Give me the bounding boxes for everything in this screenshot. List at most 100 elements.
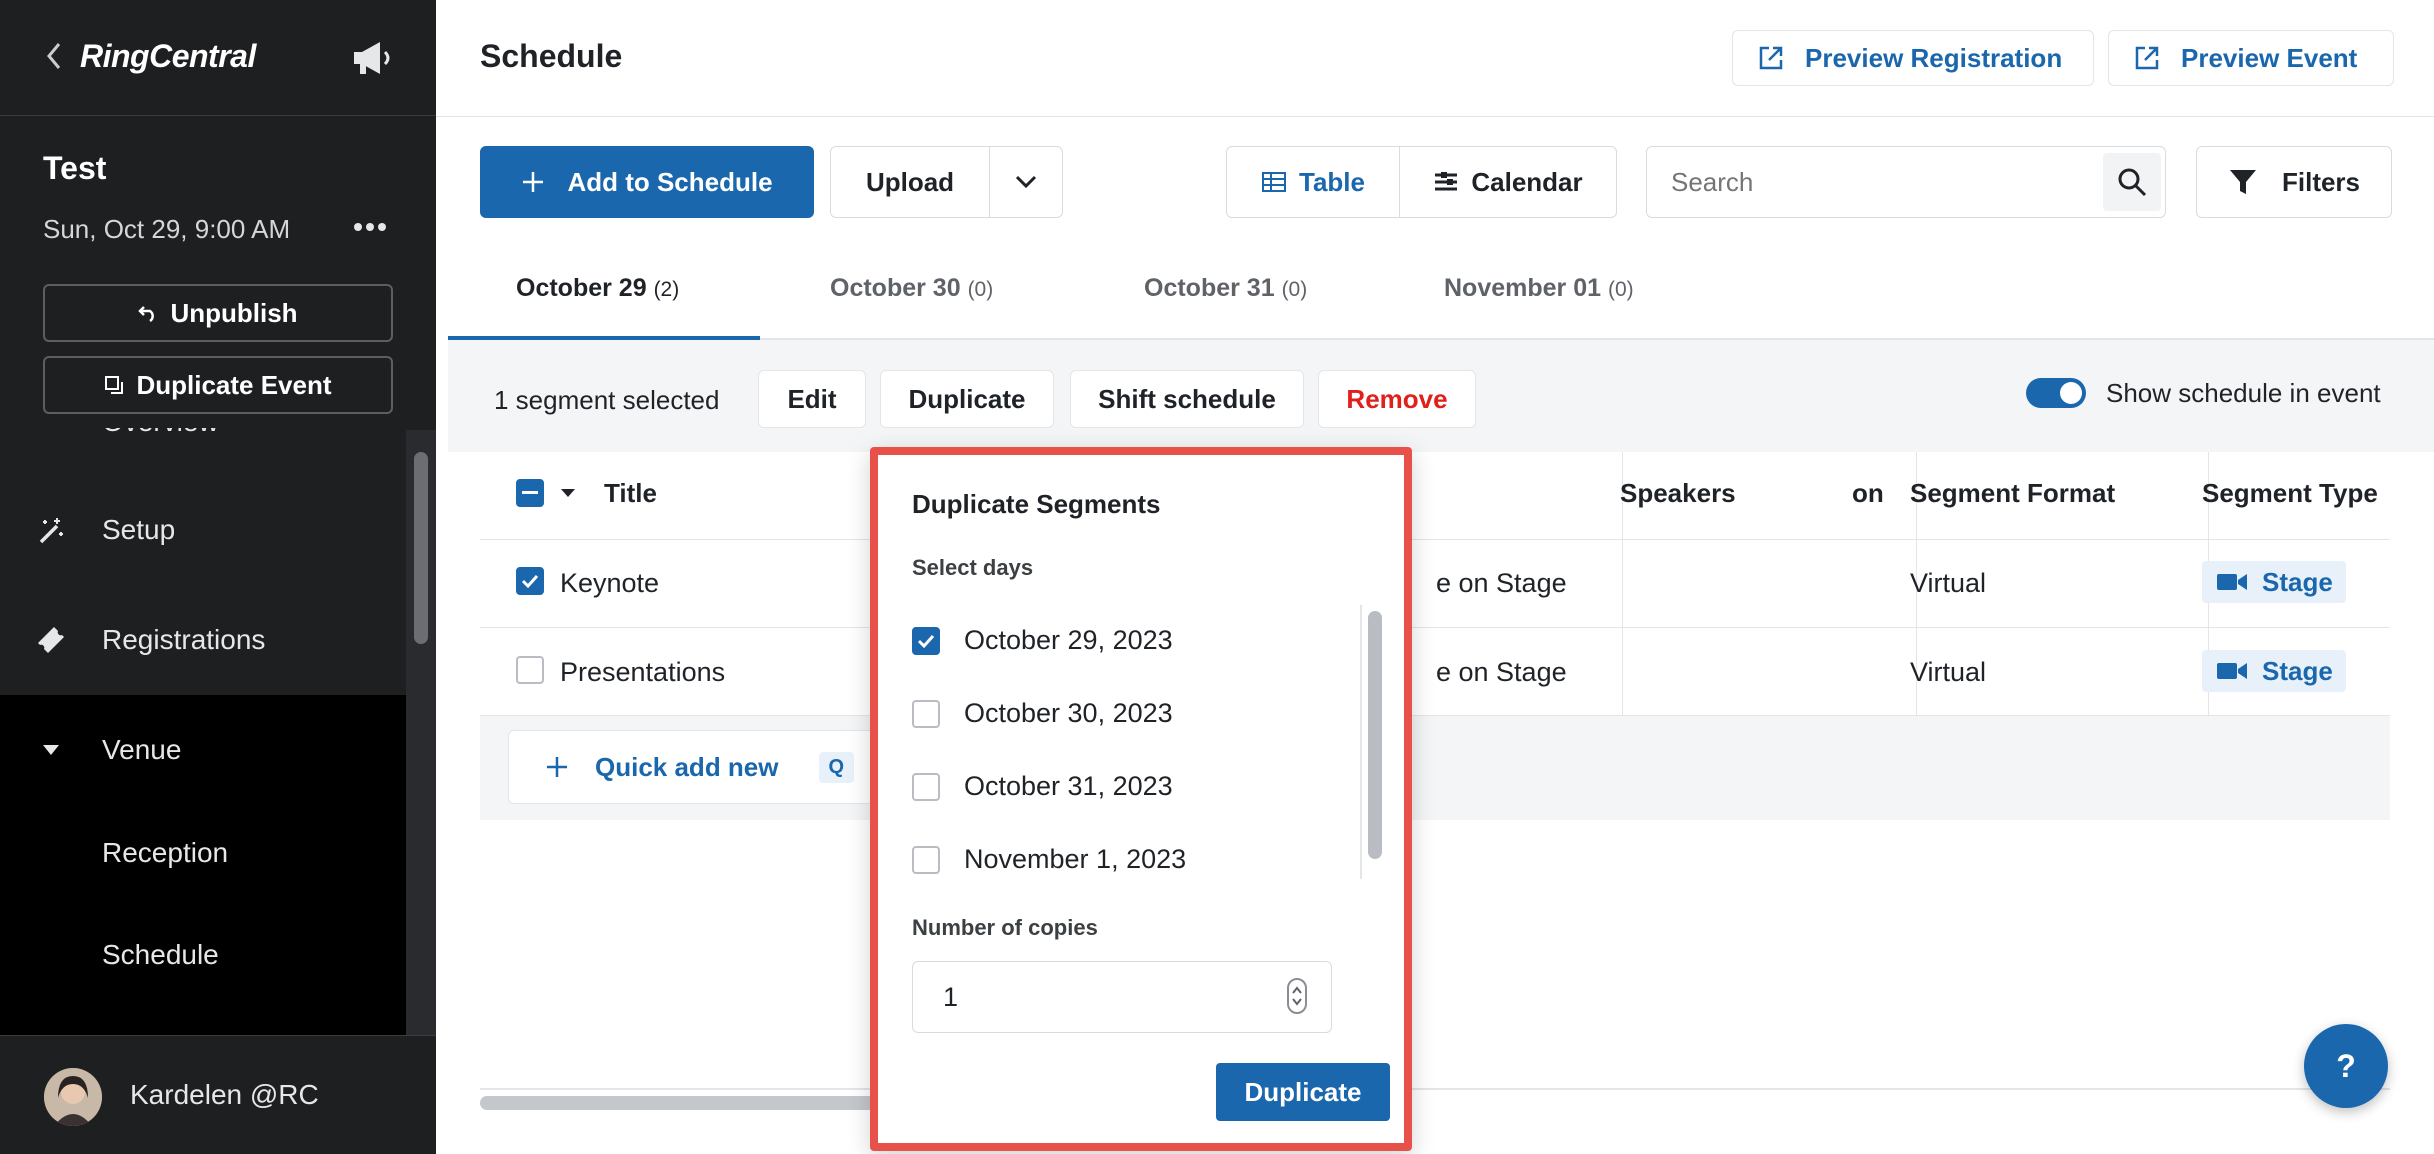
select-days-label: Select days bbox=[912, 555, 1034, 580]
edit-button[interactable]: Edit bbox=[758, 370, 866, 428]
stepper-arrows-icon[interactable] bbox=[1287, 978, 1307, 1014]
sidebar-item-label: Venue bbox=[102, 734, 182, 765]
event-date: Sun, Oct 29, 9:00 AM bbox=[43, 214, 291, 244]
row-title[interactable]: Presentations bbox=[560, 657, 725, 688]
upload-button[interactable]: Upload bbox=[830, 146, 990, 218]
filters-button[interactable]: Filters bbox=[2196, 146, 2392, 218]
day-checkbox[interactable] bbox=[912, 845, 940, 874]
quick-add-label: Quick add new bbox=[595, 751, 779, 782]
sidebar-item-schedule[interactable]: Schedule bbox=[102, 939, 219, 971]
user-name[interactable]: Kardelen @RC bbox=[130, 1079, 319, 1111]
table-row[interactable] bbox=[480, 628, 2390, 716]
segment-type-label: Stage bbox=[2262, 655, 2333, 686]
add-to-schedule-label: Add to Schedule bbox=[567, 166, 773, 197]
page-title: Schedule bbox=[480, 38, 623, 74]
preview-registration-button[interactable]: Preview Registration bbox=[1732, 30, 2094, 86]
magic-wand-icon bbox=[0, 514, 102, 546]
days-scrollbar-track[interactable] bbox=[1360, 605, 1362, 879]
column-header-segment-type[interactable]: Segment Type bbox=[2202, 478, 2378, 509]
table-view-label: Table bbox=[1299, 166, 1365, 197]
copy-icon bbox=[104, 375, 124, 395]
copies-value[interactable]: 1 bbox=[943, 982, 958, 1013]
row-location: e on Stage bbox=[1436, 657, 1567, 687]
copies-stepper[interactable]: 1 bbox=[912, 961, 1332, 1033]
column-header-location[interactable]: on bbox=[1852, 478, 1884, 509]
day-option[interactable]: October 29, 2023 bbox=[912, 625, 1173, 656]
duplicate-event-button[interactable]: Duplicate Event bbox=[43, 356, 393, 414]
plus-icon bbox=[521, 170, 545, 194]
tab-count: (0) bbox=[967, 278, 994, 301]
event-title: Test bbox=[43, 150, 107, 186]
day-option[interactable]: October 30, 2023 bbox=[912, 698, 1173, 729]
day-checkbox[interactable] bbox=[912, 626, 940, 655]
external-link-icon bbox=[2133, 44, 2161, 72]
row-checkbox[interactable] bbox=[516, 656, 544, 684]
duplicate-button[interactable]: Duplicate bbox=[880, 370, 1054, 428]
tab-october-29[interactable]: October 29 (2) bbox=[516, 274, 679, 303]
sidebar-item-venue[interactable]: Venue bbox=[0, 715, 406, 785]
preview-registration-label: Preview Registration bbox=[1805, 42, 2063, 73]
segment-type-label: Stage bbox=[2262, 566, 2333, 597]
avatar[interactable] bbox=[44, 1068, 102, 1126]
back-chevron-icon[interactable] bbox=[44, 40, 64, 72]
day-option[interactable]: October 31, 2023 bbox=[912, 771, 1173, 802]
horizontal-scrollbar-track[interactable] bbox=[480, 1088, 2390, 1090]
column-header-segment-format[interactable]: Segment Format bbox=[1910, 478, 2115, 509]
search-input[interactable] bbox=[1671, 165, 2071, 199]
tab-count: (0) bbox=[1607, 278, 1634, 301]
main-content: Schedule Preview Registration Preview Ev… bbox=[436, 0, 2434, 1154]
tab-label: November 01 bbox=[1444, 274, 1602, 302]
sidebar-header: RingCentral bbox=[0, 0, 436, 116]
row-title[interactable]: Keynote bbox=[560, 568, 659, 599]
column-header-speakers[interactable]: Speakers bbox=[1620, 478, 1736, 509]
ringcentral-logo: RingCentral bbox=[80, 38, 256, 74]
calendar-view-button[interactable]: Calendar bbox=[1399, 146, 1617, 218]
sidebar-item-setup[interactable]: Setup bbox=[0, 495, 406, 565]
row-format: Virtual bbox=[1910, 657, 1987, 687]
table-row[interactable] bbox=[480, 540, 2390, 628]
sidebar-item-reception[interactable]: Reception bbox=[102, 837, 228, 869]
sidebar-item-registrations[interactable]: Registrations bbox=[0, 605, 406, 675]
sidebar: RingCentral Test Sun, Oct 29, 9:00 AM Un… bbox=[0, 0, 436, 1154]
megaphone-icon[interactable] bbox=[350, 38, 394, 78]
caret-down-icon[interactable] bbox=[560, 488, 576, 498]
ticket-icon bbox=[0, 623, 102, 657]
tab-october-31[interactable]: October 31 (0) bbox=[1144, 274, 1307, 303]
remove-button[interactable]: Remove bbox=[1318, 370, 1476, 428]
video-camera-icon bbox=[2216, 571, 2248, 593]
tab-count: (2) bbox=[653, 278, 680, 301]
day-checkbox[interactable] bbox=[912, 699, 940, 728]
table-view-button[interactable]: Table bbox=[1226, 146, 1400, 218]
tab-october-30[interactable]: October 30 (0) bbox=[830, 274, 993, 303]
help-button[interactable]: ? bbox=[2304, 1024, 2388, 1108]
tab-count: (0) bbox=[1281, 278, 1308, 301]
preview-event-button[interactable]: Preview Event bbox=[2108, 30, 2394, 86]
row-checkbox[interactable] bbox=[516, 567, 544, 595]
tab-label: October 29 bbox=[516, 274, 647, 302]
select-all-checkbox[interactable] bbox=[516, 479, 544, 507]
shift-schedule-button[interactable]: Shift schedule bbox=[1070, 370, 1304, 428]
unpublish-button[interactable]: Unpublish bbox=[43, 284, 393, 342]
tab-label: October 30 bbox=[830, 274, 961, 302]
column-header-title[interactable]: Title bbox=[604, 478, 657, 509]
day-label: November 1, 2023 bbox=[964, 844, 1187, 874]
days-list: October 29, 2023 October 30, 2023 Octobe… bbox=[878, 605, 1388, 879]
tab-label: October 31 bbox=[1144, 274, 1275, 302]
quick-add-button[interactable]: Quick add new Q bbox=[508, 730, 908, 804]
more-options-icon[interactable] bbox=[354, 222, 386, 232]
days-scrollbar-thumb[interactable] bbox=[1368, 611, 1382, 859]
day-option[interactable]: November 1, 2023 bbox=[912, 844, 1186, 875]
duplicate-submit-button[interactable]: Duplicate bbox=[1216, 1063, 1390, 1121]
sidebar-scrollbar-thumb[interactable] bbox=[414, 452, 428, 644]
horizontal-scrollbar-thumb[interactable] bbox=[480, 1096, 880, 1110]
search-button[interactable] bbox=[2103, 153, 2161, 211]
chevron-down-icon bbox=[1015, 175, 1037, 189]
show-schedule-toggle[interactable] bbox=[2026, 378, 2086, 408]
add-to-schedule-button[interactable]: Add to Schedule bbox=[480, 146, 814, 218]
calendar-view-label: Calendar bbox=[1471, 166, 1583, 197]
plus-icon bbox=[545, 755, 569, 779]
sidebar-venue-section: Venue Reception Schedule bbox=[0, 695, 406, 1035]
day-checkbox[interactable] bbox=[912, 772, 940, 801]
tab-november-01[interactable]: November 01 (0) bbox=[1444, 274, 1634, 303]
upload-dropdown-button[interactable] bbox=[989, 146, 1063, 218]
